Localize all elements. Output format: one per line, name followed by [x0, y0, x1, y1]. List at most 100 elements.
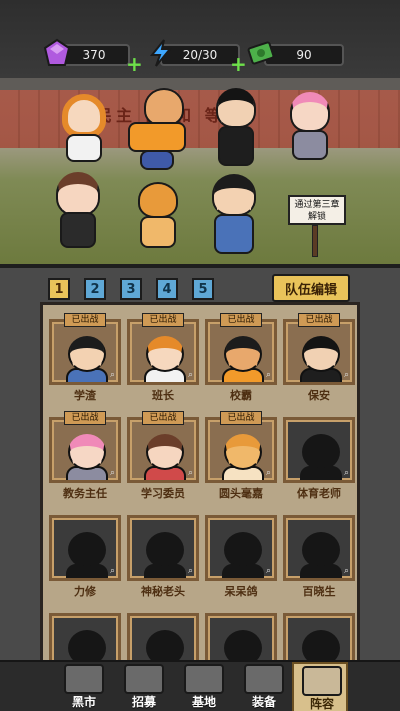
nav-cards[interactable]: 招募	[116, 662, 172, 711]
portrait-head	[224, 434, 262, 470]
portrait-head	[146, 336, 184, 372]
magnifier-icon: ⌕	[109, 468, 115, 478]
portrait-frame: ⌕	[205, 515, 277, 581]
portrait-head	[302, 336, 340, 372]
locked-silhouette-icon	[302, 434, 340, 470]
deployed-badge: 已出战	[142, 411, 184, 425]
nav-equipment[interactable]: 装备	[236, 662, 292, 711]
character-grid: 已出战 ⌕ 学渣 已出战 ⌕ 班长 已出战 ⌕ 校霸 已出战 ⌕ 保安 已出战 ⌕ 教务主任 已出战 ⌕ 学习委员…	[40, 302, 360, 679]
nav-building[interactable]: 基地	[176, 662, 232, 711]
portrait-frame: ⌕	[127, 319, 199, 385]
deployed-badge: 已出战	[64, 411, 106, 425]
lineup-icon	[302, 666, 342, 696]
signpost-line1: 通过第三章	[294, 200, 340, 210]
team-tab-1[interactable]: 1	[48, 278, 70, 300]
character-name: 力修	[74, 585, 96, 598]
character-card[interactable]: 已出战 ⌕ 学习委员	[127, 411, 199, 503]
character-name: 校霸	[230, 389, 252, 402]
cash-counter: 90	[264, 44, 344, 66]
portrait-frame: ⌕	[49, 515, 121, 581]
magnifier-icon: ⌕	[265, 468, 271, 478]
character-card[interactable]: 已出战 ⌕ 班长	[127, 313, 199, 405]
portrait-frame: ⌕	[205, 319, 277, 385]
magnifier-icon: ⌕	[265, 370, 271, 380]
banknote-icon	[247, 41, 275, 65]
bottom-nav: 黑市 招募 基地 装备 阵容	[0, 660, 400, 711]
character-card[interactable]: 已出战 ⌕ 教务主任	[49, 411, 121, 503]
character-name: 百晓生	[302, 585, 336, 598]
portrait-frame: ⌕	[127, 515, 199, 581]
school-roof	[0, 78, 400, 90]
deployed-badge: 已出战	[142, 313, 184, 327]
portrait-head	[68, 336, 106, 372]
magnifier-icon: ⌕	[187, 566, 193, 576]
gem-value: 370	[82, 48, 106, 62]
team-tab-5[interactable]: 5	[192, 278, 214, 300]
lineup-panel: 1 2 3 4 5 队伍编辑 已出战 ⌕ 学渣 已出战 ⌕ 班长 已出战 ⌕ 校霸 已出战 ⌕ 保安已…	[0, 264, 400, 679]
lightning-icon	[149, 39, 173, 67]
nav-lineup[interactable]: 阵容	[292, 662, 348, 711]
deployed-badge: 已出战	[298, 313, 340, 327]
character-card[interactable]: ⌕ 神秘老头	[127, 515, 199, 601]
character-card[interactable]: 已出战 ⌕ 校霸	[205, 313, 277, 405]
add-gem-button[interactable]: +	[126, 52, 143, 76]
character-name: 神秘老头	[141, 585, 185, 598]
purple-gem-icon	[43, 38, 71, 66]
portrait-frame: ⌕	[283, 417, 355, 483]
nav-label: 基地	[191, 695, 216, 709]
portrait-head	[146, 434, 184, 470]
locked-silhouette-icon	[302, 532, 340, 568]
character-name: 呆呆鸽	[224, 585, 258, 598]
character-card[interactable]: ⌕ 呆呆鸽	[205, 515, 277, 601]
character-card[interactable]: ⌕ 力修	[49, 515, 121, 601]
portrait-frame: ⌕	[49, 417, 121, 483]
team-tab-4[interactable]: 4	[156, 278, 178, 300]
character-card[interactable]: ⌕ 体育老师	[283, 417, 355, 503]
character-name: 圆头毫嘉	[219, 487, 263, 500]
character-card[interactable]: ⌕ 百晓生	[283, 515, 355, 601]
deployed-badge: 已出战	[220, 313, 262, 327]
nav-label: 装备	[251, 695, 276, 709]
nav-label: 招募	[131, 695, 156, 709]
portrait-frame: ⌕	[283, 515, 355, 581]
team-edit-button[interactable]: 队伍编辑	[272, 274, 350, 302]
character-name: 学渣	[74, 389, 96, 402]
locked-silhouette-icon	[68, 532, 106, 568]
energy-value: 20/30	[182, 48, 218, 62]
magnifier-icon: ⌕	[187, 468, 193, 478]
magnifier-icon: ⌕	[343, 468, 349, 478]
unlock-signpost: 通过第三章 解锁	[288, 195, 346, 225]
portrait-frame: ⌕	[49, 319, 121, 385]
resource-bar: 370 + 20/30 + 90	[0, 0, 400, 78]
nav-label: 阵容	[309, 697, 334, 711]
team-tab-2[interactable]: 2	[84, 278, 106, 300]
portrait-frame: ⌕	[283, 319, 355, 385]
cash-value: 90	[296, 48, 312, 62]
nav-sack[interactable]: 黑市	[56, 662, 112, 711]
building-icon	[184, 664, 224, 694]
magnifier-icon: ⌕	[343, 566, 349, 576]
signpost-line2: 解锁	[307, 212, 326, 222]
add-energy-button[interactable]: +	[230, 52, 247, 76]
character-card[interactable]: 已出战 ⌕ 学渣	[49, 313, 121, 405]
character-name: 保安	[308, 389, 330, 402]
portrait-head	[224, 336, 262, 372]
schoolyard-scene: 民主 团 和 等 通过第三章 解锁	[0, 78, 400, 264]
magnifier-icon: ⌕	[187, 370, 193, 380]
character-card[interactable]: 已出战 ⌕ 圆头毫嘉	[205, 411, 277, 503]
magnifier-icon: ⌕	[265, 566, 271, 576]
magnifier-icon: ⌕	[343, 370, 349, 380]
signpost-pole	[312, 225, 318, 257]
deployed-badge: 已出战	[64, 313, 106, 327]
character-name: 学习委员	[141, 487, 185, 500]
character-name: 教务主任	[63, 487, 107, 500]
deployed-badge: 已出战	[220, 411, 262, 425]
sack-icon	[64, 664, 104, 694]
team-tab-3[interactable]: 3	[120, 278, 142, 300]
magnifier-icon: ⌕	[109, 566, 115, 576]
portrait-frame: ⌕	[205, 417, 277, 483]
character-card[interactable]: 已出战 ⌕ 保安	[283, 313, 355, 405]
portrait-frame: ⌕	[127, 417, 199, 483]
portrait-head	[68, 434, 106, 470]
cards-icon	[124, 664, 164, 694]
